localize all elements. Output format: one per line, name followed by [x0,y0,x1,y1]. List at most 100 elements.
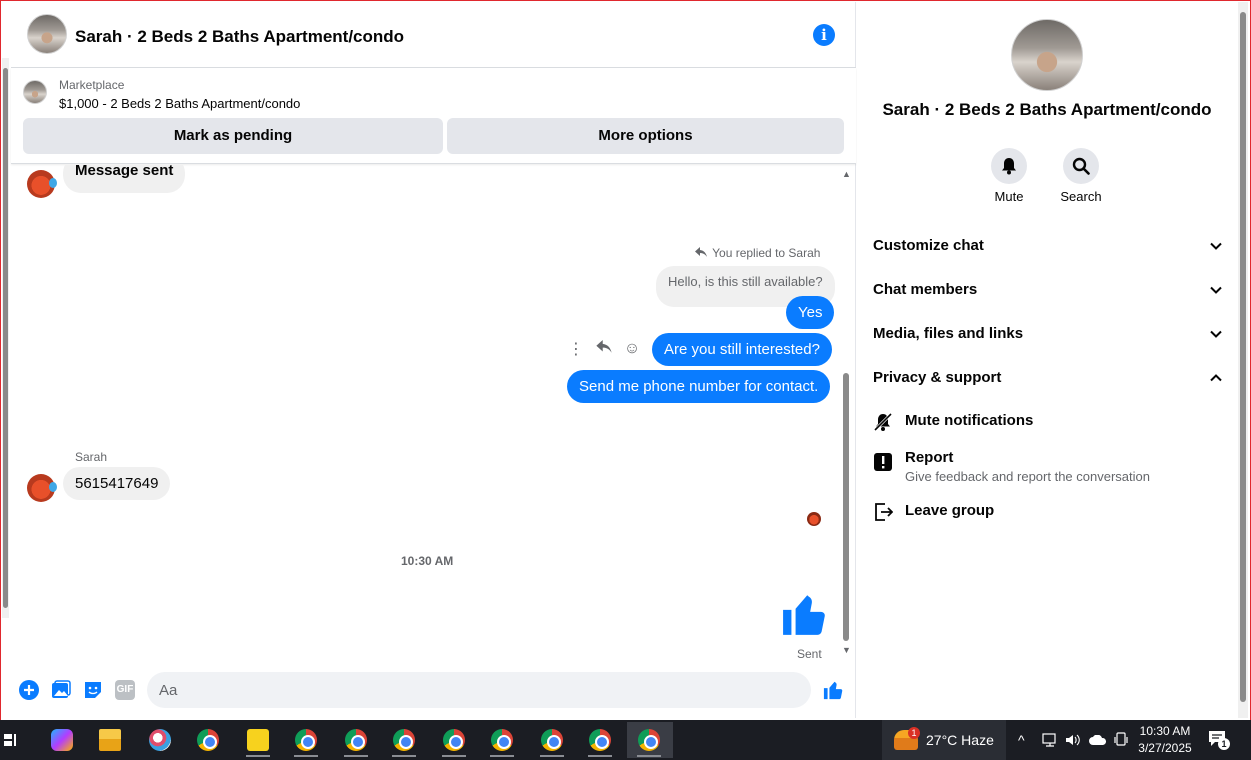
scroll-up-arrow[interactable]: ▲ [842,169,851,179]
mute-label[interactable]: Mute [979,189,1039,204]
notification-center-icon[interactable]: 1 [1208,730,1230,750]
more-vertical-icon[interactable]: ⋮ [567,339,585,359]
taskbar-chrome[interactable] [186,722,230,758]
seen-avatar [807,512,821,526]
sender-avatar[interactable] [27,170,57,198]
weather-badge: 1 [908,727,920,739]
leave-icon [875,503,893,521]
message-input[interactable]: Aa [147,672,939,708]
message-scrollbar-thumb[interactable] [843,373,849,641]
message-actions: ⋮ ☺ [567,339,641,359]
sender-name: Sarah [75,450,108,464]
marketplace-label: Marketplace [59,78,125,92]
more-options-button[interactable]: More options [447,118,844,154]
section-privacy-support[interactable]: Privacy & support [873,369,1223,399]
report-icon [874,453,892,471]
chrome-profile-icon [541,729,563,751]
chat-avatar[interactable] [27,14,67,54]
chrome-profile-icon [345,729,367,751]
message-input-placeholder: Aa [159,682,178,699]
outgoing-message: Yes [786,296,835,329]
device-icon[interactable] [1114,732,1128,748]
chrome-profile-icon [638,729,660,751]
report-option[interactable]: Report Give feedback and report the conv… [873,449,1223,489]
weather-widget[interactable]: 1 27°C Haze [882,720,1006,760]
sent-status: Sent [797,647,822,660]
mute-button[interactable] [991,148,1027,184]
profile-avatar[interactable] [1011,19,1083,91]
reply-icon[interactable] [595,339,613,359]
sticker-icon[interactable] [83,680,103,700]
taskbar-chrome-profile[interactable] [578,722,622,758]
clock-time: 10:30 AM [1139,724,1191,738]
chrome-profile-icon [589,729,611,751]
scroll-down-arrow[interactable]: ▼ [842,645,851,655]
photo-icon[interactable] [51,680,71,700]
chevron-down-icon [1210,286,1222,294]
taskbar-chrome-profile[interactable] [382,722,426,758]
conversation-info-panel: Sarah · 2 Beds 2 Baths Apartment/condo M… [857,2,1237,718]
weather-text: 27°C Haze [926,732,994,748]
mute-notifications-option[interactable]: Mute notifications [873,412,1223,434]
taskbar-chrome-profile[interactable] [284,722,328,758]
chevron-down-icon [1210,242,1222,250]
thumbs-up-icon [783,595,825,635]
send-like-icon[interactable] [823,679,845,701]
message-scrollbar[interactable]: ▲ ▼ [840,165,852,660]
section-chat-members[interactable]: Chat members [873,281,1223,311]
listing-thumbnail[interactable] [23,80,47,104]
bell-icon [1002,158,1016,175]
onedrive-cloud-icon[interactable] [1089,735,1107,745]
chat-pane: Sarah · 2 Beds 2 Baths Apartment/condo i… [11,2,939,718]
gif-icon[interactable]: GIF [115,680,135,700]
mark-as-pending-button[interactable]: Mark as pending [23,118,443,154]
taskbar-chrome-profile[interactable] [334,722,378,758]
taskbar-chrome-active[interactable] [627,722,673,758]
system-clock[interactable]: 10:30 AM 3/27/2025 [1130,723,1200,757]
copilot-icon [51,729,73,751]
section-customize-chat[interactable]: Customize chat [873,237,1223,267]
network-icon[interactable] [1042,733,1058,747]
option-label: Report [905,449,954,466]
chrome-icon [197,729,219,751]
search-button[interactable] [1063,148,1099,184]
react-icon[interactable]: ☺ [623,340,641,358]
window-scrollbar[interactable] [1238,2,1248,718]
volume-icon[interactable] [1065,733,1081,747]
chevron-up-icon [1210,374,1222,382]
taskbar-sticky-notes[interactable] [236,722,280,758]
search-icon [1072,157,1090,175]
taskbar-chrome-profile[interactable] [480,722,524,758]
listing-price-title[interactable]: $1,000 - 2 Beds 2 Baths Apartment/condo [59,96,300,111]
taskbar: 1 27°C Haze ^ 10:30 AM 3/27/2025 1 [0,720,1251,760]
sender-avatar[interactable] [27,474,57,502]
window-scrollbar-thumb[interactable] [1240,12,1246,702]
section-media-files-links[interactable]: Media, files and links [873,325,1223,355]
option-label: Leave group [905,502,995,519]
chrome-profile-icon [393,729,415,751]
add-plus-icon[interactable] [19,680,39,700]
leave-group-option[interactable]: Leave group [873,502,1223,524]
taskbar-paint[interactable] [138,722,182,758]
notification-count: 1 [1218,738,1230,750]
section-label: Privacy & support [873,369,1002,386]
reply-icon [695,247,707,257]
taskbar-copilot[interactable] [40,722,84,758]
chat-header: Sarah · 2 Beds 2 Baths Apartment/condo i [11,2,856,68]
search-label[interactable]: Search [1051,189,1111,204]
taskbar-chrome-profile[interactable] [530,722,574,758]
chat-title[interactable]: Sarah · 2 Beds 2 Baths Apartment/condo [75,27,404,47]
section-label: Media, files and links [873,325,1024,342]
folder-icon [99,729,121,751]
clock-date: 3/27/2025 [1138,741,1192,755]
taskbar-file-explorer[interactable] [88,722,132,758]
option-label: Mute notifications [905,412,1034,429]
left-scrollbar-thumb[interactable] [3,68,8,608]
show-hidden-icons[interactable]: ^ [1018,732,1025,748]
info-icon[interactable]: i [813,24,835,46]
chevron-down-icon [1210,330,1222,338]
task-view-icon[interactable] [3,732,19,748]
taskbar-chrome-profile[interactable] [432,722,476,758]
option-sublabel: Give feedback and report the conversatio… [905,469,1150,484]
left-scrollbar[interactable] [2,58,9,618]
